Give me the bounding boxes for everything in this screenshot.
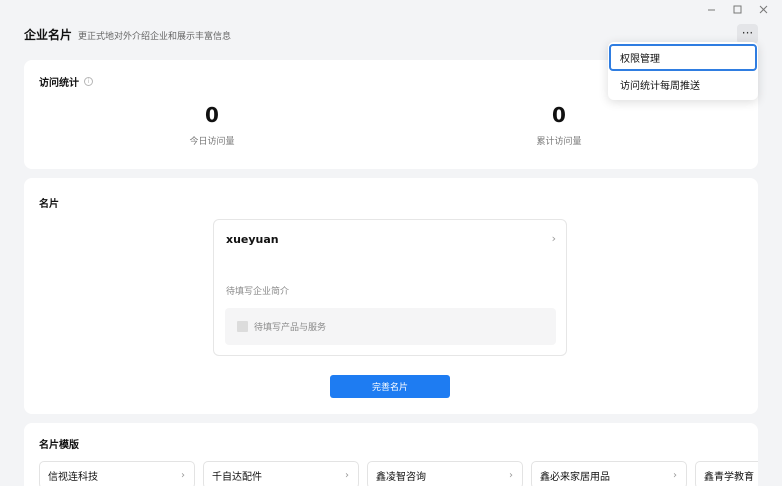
menu-item-weekly-stats-push[interactable]: 访问统计每周推送 bbox=[608, 71, 758, 97]
info-icon[interactable]: i bbox=[84, 77, 93, 86]
more-options-menu: 权限管理 访问统计每周推送 bbox=[608, 42, 758, 100]
more-options-button[interactable]: ··· bbox=[737, 24, 758, 44]
today-visits-label: 今日访问量 bbox=[189, 137, 235, 147]
template-name: 信视连科技 bbox=[48, 471, 98, 483]
complete-card-button[interactable]: 完善名片 bbox=[330, 375, 450, 398]
card-templates-title: 名片模版 bbox=[39, 440, 79, 451]
maximize-button[interactable] bbox=[724, 2, 750, 16]
page-subtitle: 更正式地对外介绍企业和展示丰富信息 bbox=[78, 32, 232, 42]
template-item[interactable]: 千自达配件 › bbox=[203, 461, 359, 486]
template-item[interactable]: 鑫凌智咨询 › bbox=[367, 461, 523, 486]
template-name: 千自达配件 bbox=[212, 471, 262, 483]
product-services-text: 待填写产品与服务 bbox=[254, 323, 327, 333]
company-intro-placeholder: 待填写企业简介 bbox=[226, 287, 290, 297]
chevron-right-icon: › bbox=[345, 469, 349, 481]
page-title: 企业名片 bbox=[24, 28, 73, 42]
chevron-right-icon: › bbox=[551, 232, 556, 245]
menu-item-permissions[interactable]: 权限管理 bbox=[609, 44, 757, 71]
minimize-icon bbox=[707, 9, 715, 10]
window-controls bbox=[698, 2, 776, 16]
product-services-placeholder: 待填写产品与服务 bbox=[225, 308, 556, 345]
chevron-right-icon: › bbox=[509, 469, 513, 481]
chevron-right-icon: › bbox=[181, 469, 185, 481]
business-card-preview[interactable]: xueyuan › 待填写企业简介 待填写产品与服务 bbox=[213, 219, 567, 356]
page-header: 企业名片 更正式地对外介绍企业和展示丰富信息 bbox=[24, 26, 231, 43]
total-visits: 0 累计访问量 bbox=[499, 104, 619, 147]
close-button[interactable] bbox=[750, 2, 776, 16]
total-visits-label: 累计访问量 bbox=[536, 137, 582, 147]
business-card-section: 名片 xueyuan › 待填写企业简介 待填写产品与服务 完善名片 bbox=[24, 178, 758, 414]
business-card-title: 名片 bbox=[39, 199, 59, 210]
ellipsis-icon: ··· bbox=[741, 25, 754, 40]
close-icon bbox=[759, 5, 767, 13]
today-visits-value: 0 bbox=[205, 103, 219, 127]
template-list: 信视连科技 › 千自达配件 › 鑫凌智咨询 › 鑫必来家居用品 › 鑫青学教育 … bbox=[39, 461, 758, 486]
product-image-placeholder-icon bbox=[237, 321, 248, 332]
template-name: 鑫青学教育 bbox=[704, 471, 754, 483]
minimize-button[interactable] bbox=[698, 2, 724, 16]
today-visits: 0 今日访问量 bbox=[152, 104, 272, 147]
chevron-right-icon: › bbox=[673, 469, 677, 481]
template-name: 鑫必来家居用品 bbox=[540, 471, 610, 483]
template-name: 鑫凌智咨询 bbox=[376, 471, 426, 483]
card-templates-section: 名片模版 信视连科技 › 千自达配件 › 鑫凌智咨询 › 鑫必来家居用品 › 鑫… bbox=[24, 423, 758, 486]
template-item[interactable]: 鑫青学教育 › bbox=[695, 461, 758, 486]
total-visits-value: 0 bbox=[552, 103, 566, 127]
template-item[interactable]: 鑫必来家居用品 › bbox=[531, 461, 687, 486]
maximize-icon bbox=[733, 5, 741, 13]
business-card-name: xueyuan bbox=[226, 233, 279, 246]
visit-stats-title: 访问统计 i bbox=[39, 74, 93, 89]
template-item[interactable]: 信视连科技 › bbox=[39, 461, 195, 486]
visit-stats-title-text: 访问统计 bbox=[39, 78, 79, 89]
